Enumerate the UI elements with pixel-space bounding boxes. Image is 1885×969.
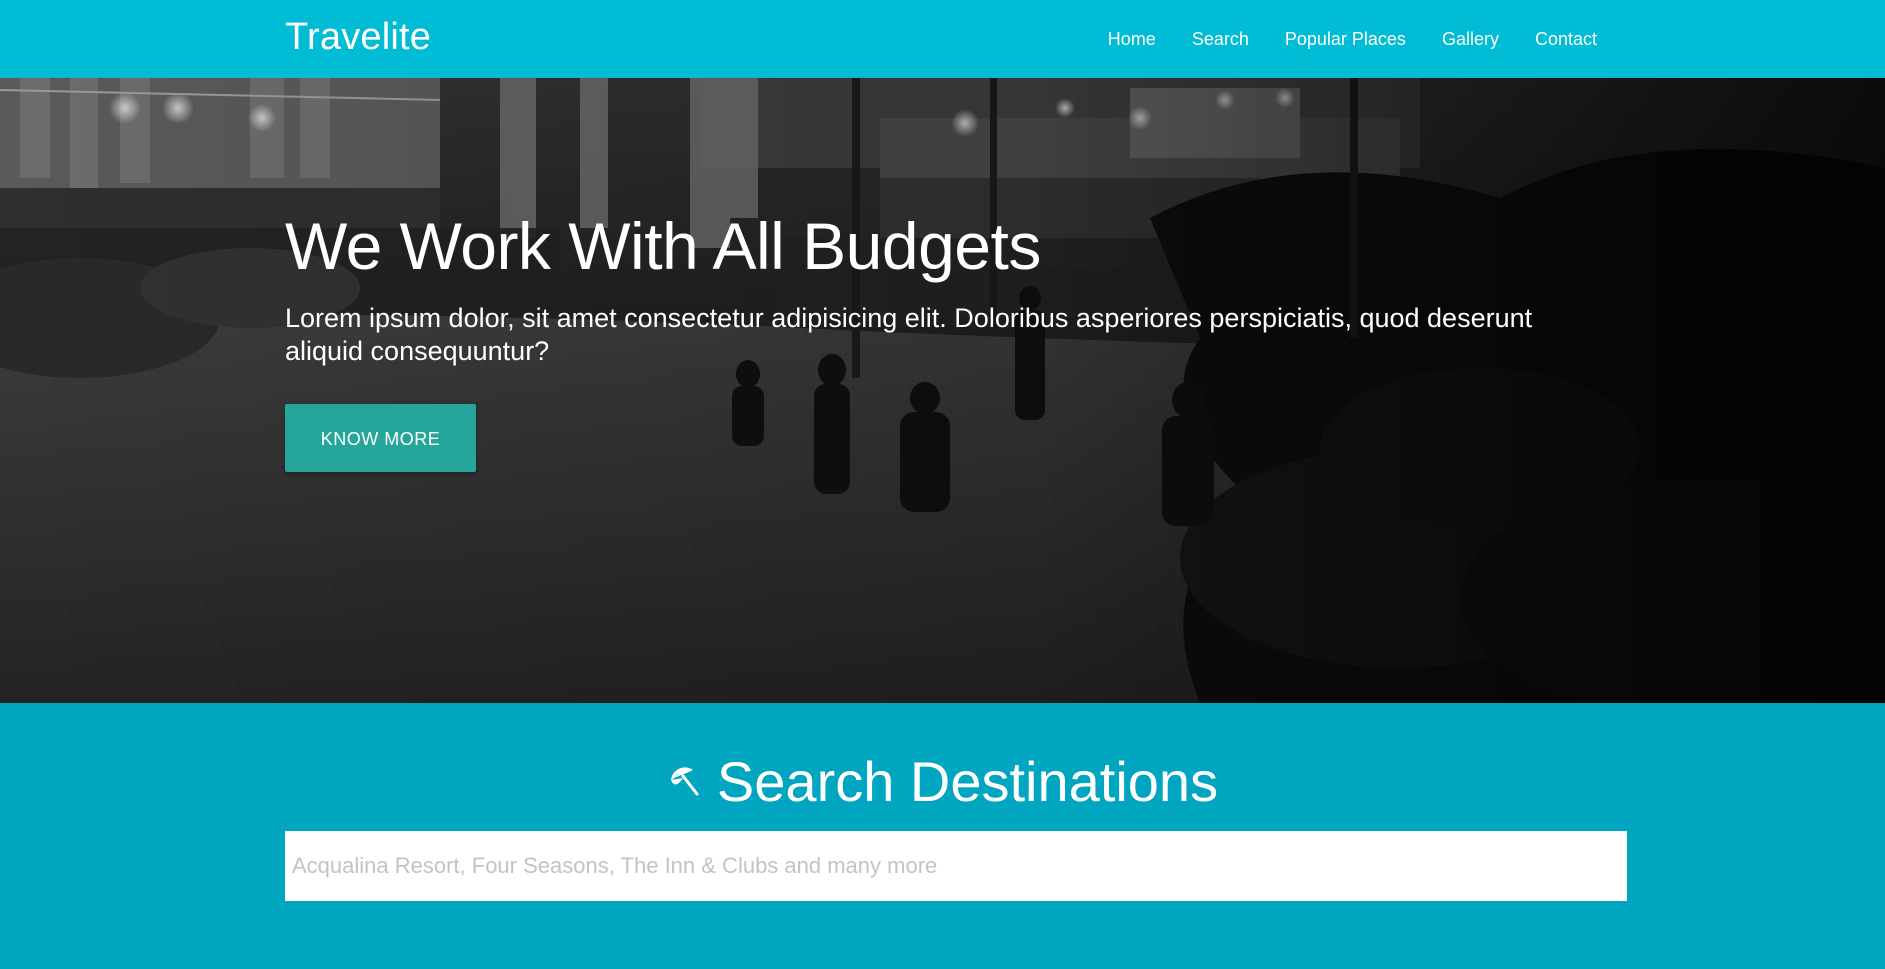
nav-link-home[interactable]: Home — [1090, 0, 1174, 78]
hero-description: Lorem ipsum dolor, sit amet consectetur … — [285, 303, 1533, 366]
nav-link-gallery[interactable]: Gallery — [1424, 0, 1517, 78]
beach-umbrella-icon — [667, 764, 703, 800]
nav-links: Home Search Popular Places Gallery Conta… — [1090, 0, 1597, 78]
search-input[interactable] — [285, 831, 1627, 901]
hero-title: We Work With All Budgets — [285, 209, 1041, 283]
search-title: Search Destinations — [716, 750, 1219, 813]
nav-link-popular-places[interactable]: Popular Places — [1267, 0, 1424, 78]
nav-link-search[interactable]: Search — [1174, 0, 1267, 78]
search-heading: Search Destinations — [0, 747, 1885, 817]
hero-section: We Work With All Budgets Lorem ipsum dol… — [0, 78, 1885, 703]
navbar: Travelite Home Search Popular Places Gal… — [0, 0, 1885, 78]
nav-link-contact[interactable]: Contact — [1517, 0, 1597, 78]
brand-logo[interactable]: Travelite — [285, 14, 431, 60]
hero-content: We Work With All Budgets Lorem ipsum dol… — [285, 206, 1605, 472]
know-more-button[interactable]: KNOW MORE — [285, 404, 476, 472]
search-section: Search Destinations — [0, 703, 1885, 969]
